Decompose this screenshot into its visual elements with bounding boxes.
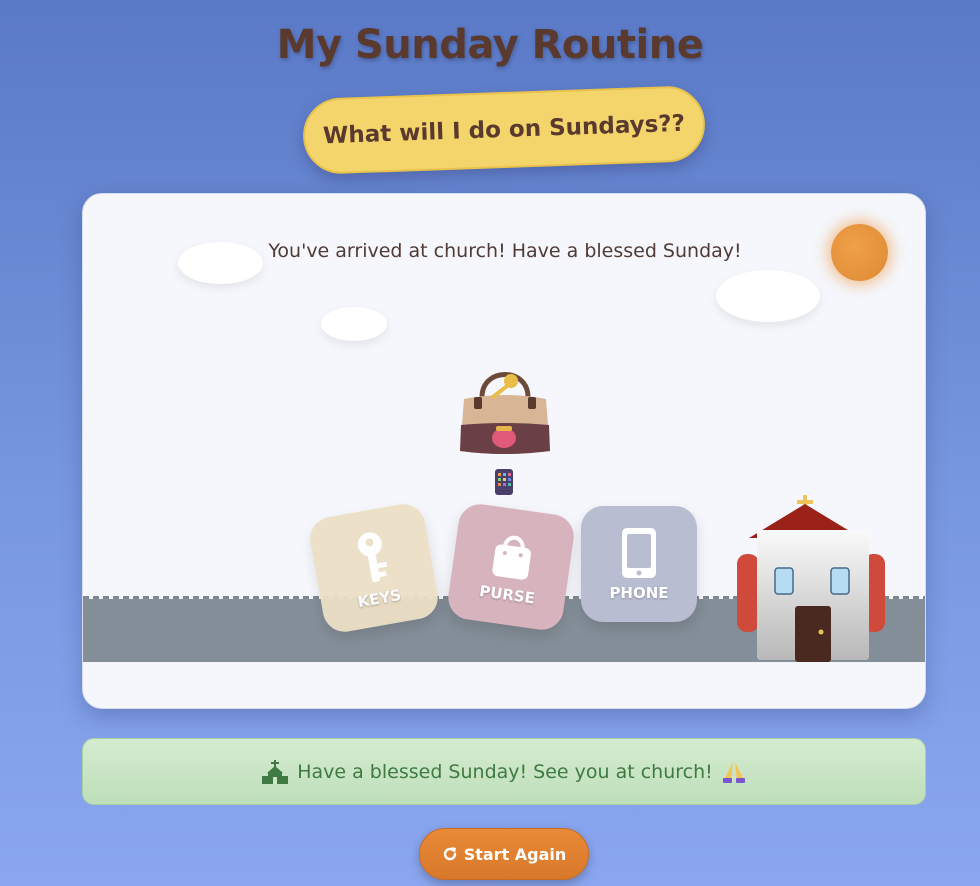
status-message: You've arrived at church! Have a blessed…	[268, 240, 742, 262]
keys-card[interactable]: KEYS	[306, 500, 442, 636]
handbag-icon	[460, 372, 550, 454]
refresh-icon	[443, 847, 456, 861]
keys-label: KEYS	[356, 585, 403, 612]
banner-text: Have a blessed Sunday! See you at church…	[297, 760, 713, 783]
praying-hands-icon	[722, 761, 745, 783]
cloud-icon	[716, 270, 820, 322]
start-again-label: Start Again	[463, 844, 567, 864]
page-title: My Sunday Routine	[276, 22, 704, 68]
phone-card[interactable]: PHONE	[581, 506, 697, 622]
purse-card[interactable]: PURSE	[445, 501, 577, 633]
phone-label: PHONE	[609, 584, 669, 602]
church-icon	[262, 759, 289, 784]
subtitle-pill: What will I do on Sundays??	[301, 85, 707, 175]
success-banner: Have a blessed Sunday! See you at church…	[82, 738, 926, 805]
phone-icon	[495, 469, 513, 495]
key-icon	[357, 532, 387, 583]
phone-icon	[622, 528, 656, 578]
scene-panel: You've arrived at church! Have a blessed…	[82, 193, 926, 709]
start-again-button[interactable]: Start Again	[419, 828, 589, 880]
church-icon	[737, 495, 885, 662]
purse-icon	[492, 535, 531, 580]
cloud-icon	[321, 307, 387, 341]
purse-label: PURSE	[478, 581, 536, 608]
